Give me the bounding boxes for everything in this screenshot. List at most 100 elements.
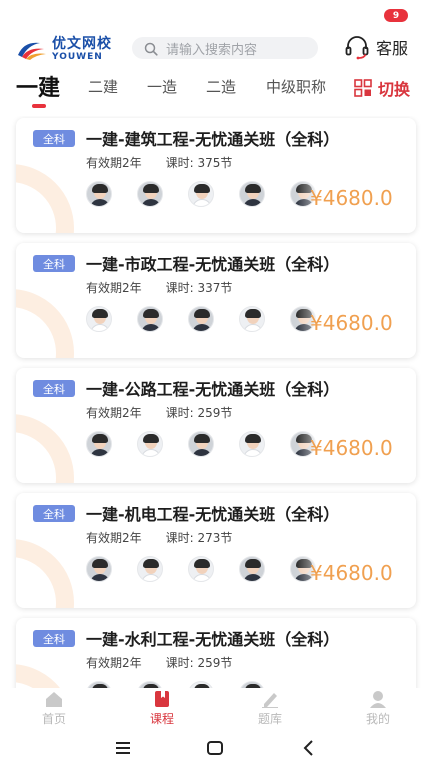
top-bar: 优文网校 YOUWEN 请输入搜索内容 9 客服 — [0, 0, 432, 66]
notification-badge[interactable]: 9 — [384, 9, 408, 22]
teacher-avatars — [86, 306, 326, 334]
nav-home-label: 首页 — [41, 712, 66, 726]
tab-erjian[interactable]: 二建 — [88, 76, 118, 97]
teacher-avatar — [239, 556, 265, 582]
teacher-avatar — [137, 556, 163, 582]
course-tag: 全科 — [33, 255, 75, 272]
teacher-avatar — [188, 556, 214, 582]
course-meta: 有效期2年 课时: 259节 — [86, 654, 232, 671]
card-decoration — [16, 539, 74, 608]
course-price: ¥4680.0 — [310, 311, 393, 335]
menu-icon[interactable] — [112, 738, 134, 758]
app-logo[interactable]: 优文网校 YOUWEN — [16, 36, 120, 62]
active-tab-indicator — [32, 104, 46, 108]
course-title: 一建-建筑工程-无忧通关班（全科） — [86, 130, 340, 149]
course-card[interactable]: 全科 一建-建筑工程-无忧通关班（全科） 有效期2年 课时: 375节 ¥4680… — [16, 118, 416, 233]
course-price: ¥4680.0 — [310, 436, 393, 460]
teacher-avatar — [86, 181, 112, 207]
course-title: 一建-公路工程-无忧通关班（全科） — [86, 380, 340, 399]
switch-category-button[interactable]: 切换 — [354, 76, 410, 100]
tab-yijian[interactable]: 一建 — [16, 70, 60, 102]
course-validity: 有效期2年 — [86, 531, 142, 545]
search-placeholder: 请输入搜索内容 — [166, 42, 258, 58]
course-tag: 全科 — [33, 130, 75, 147]
course-book-icon — [152, 690, 172, 708]
course-meta: 有效期2年 课时: 259节 — [86, 404, 232, 421]
card-decoration — [16, 164, 74, 233]
teacher-avatar — [86, 681, 112, 688]
logo-swoosh-icon — [16, 37, 48, 61]
logo-english-name: YOUWEN — [52, 51, 103, 62]
tab-yizao[interactable]: 一造 — [147, 76, 177, 97]
headset-icon — [344, 34, 370, 60]
teacher-avatar — [188, 681, 214, 688]
course-list[interactable]: 全科 一建-建筑工程-无忧通关班（全科） 有效期2年 课时: 375节 ¥4680… — [0, 116, 432, 688]
grid-switch-icon — [354, 79, 372, 97]
course-title: 一建-市政工程-无忧通关班（全科） — [86, 255, 340, 274]
teacher-avatar — [188, 431, 214, 457]
course-card[interactable]: 全科 一建-市政工程-无忧通关班（全科） 有效期2年 课时: 337节 ¥4680… — [16, 243, 416, 358]
nav-question-bank-label: 题库 — [257, 712, 282, 726]
teacher-avatar — [137, 431, 163, 457]
home-square-icon[interactable] — [204, 738, 226, 758]
course-validity: 有效期2年 — [86, 656, 142, 670]
card-decoration — [16, 289, 74, 358]
home-icon — [44, 690, 64, 708]
course-validity: 有效期2年 — [86, 281, 142, 295]
teacher-avatar — [137, 181, 163, 207]
teacher-avatars — [86, 431, 326, 459]
card-decoration — [16, 414, 74, 483]
course-lessons: 课时: 273节 — [165, 531, 233, 545]
teacher-avatar — [86, 431, 112, 457]
course-lessons: 课时: 259节 — [165, 656, 233, 670]
teacher-avatars — [86, 181, 326, 209]
teacher-avatar — [239, 431, 265, 457]
customer-service-button[interactable]: 客服 — [344, 34, 408, 60]
nav-home[interactable]: 首页 — [24, 690, 84, 727]
course-meta: 有效期2年 课时: 375节 — [86, 154, 232, 171]
nav-question-bank[interactable]: 题库 — [240, 690, 300, 727]
teacher-avatar — [188, 306, 214, 332]
course-card[interactable]: 全科 一建-机电工程-无忧通关班（全科） 有效期2年 课时: 273节 ¥4680… — [16, 493, 416, 608]
course-meta: 有效期2年 课时: 273节 — [86, 529, 232, 546]
course-lessons: 课时: 259节 — [165, 406, 233, 420]
course-validity: 有效期2年 — [86, 406, 142, 420]
teacher-avatars — [86, 681, 326, 688]
teacher-avatar — [188, 181, 214, 207]
search-icon — [144, 41, 158, 56]
course-tag: 全科 — [33, 505, 75, 522]
teacher-avatar — [86, 306, 112, 332]
tab-intermediate-title[interactable]: 中级职称 — [266, 76, 326, 97]
tab-erzao[interactable]: 二造 — [206, 76, 236, 97]
course-meta: 有效期2年 课时: 337节 — [86, 279, 232, 296]
course-card[interactable]: 全科 一建-水利工程-无忧通关班（全科） 有效期2年 课时: 259节 — [16, 618, 416, 688]
search-bar[interactable]: 请输入搜索内容 — [132, 37, 318, 59]
logo-name: 优文网校 — [52, 35, 112, 52]
course-validity: 有效期2年 — [86, 156, 142, 170]
course-lessons: 课时: 337节 — [165, 281, 233, 295]
course-price: ¥4680.0 — [310, 186, 393, 210]
course-lessons: 课时: 375节 — [165, 156, 233, 170]
nav-profile-label: 我的 — [365, 712, 390, 726]
teacher-avatar — [137, 306, 163, 332]
teacher-avatars — [86, 556, 326, 584]
card-decoration — [16, 664, 74, 688]
course-tag: 全科 — [33, 380, 75, 397]
teacher-avatar — [239, 681, 265, 688]
bottom-nav: 首页 课程 题库 我的 — [0, 688, 432, 728]
nav-course[interactable]: 课程 — [132, 690, 192, 727]
profile-icon — [368, 690, 388, 708]
course-card[interactable]: 全科 一建-公路工程-无忧通关班（全科） 有效期2年 课时: 259节 ¥4680… — [16, 368, 416, 483]
back-icon[interactable] — [298, 738, 320, 758]
teacher-avatar — [86, 556, 112, 582]
nav-profile[interactable]: 我的 — [348, 690, 408, 727]
course-title: 一建-水利工程-无忧通关班（全科） — [86, 630, 340, 649]
course-price: ¥4680.0 — [310, 561, 393, 585]
teacher-avatar — [239, 306, 265, 332]
course-title: 一建-机电工程-无忧通关班（全科） — [86, 505, 340, 524]
course-tag: 全科 — [33, 630, 75, 647]
teacher-avatar — [239, 181, 265, 207]
category-tabs: 一建 二建 一造 二造 中级职称 切换 — [0, 66, 432, 112]
teacher-avatar — [137, 681, 163, 688]
nav-course-label: 课程 — [149, 712, 174, 726]
